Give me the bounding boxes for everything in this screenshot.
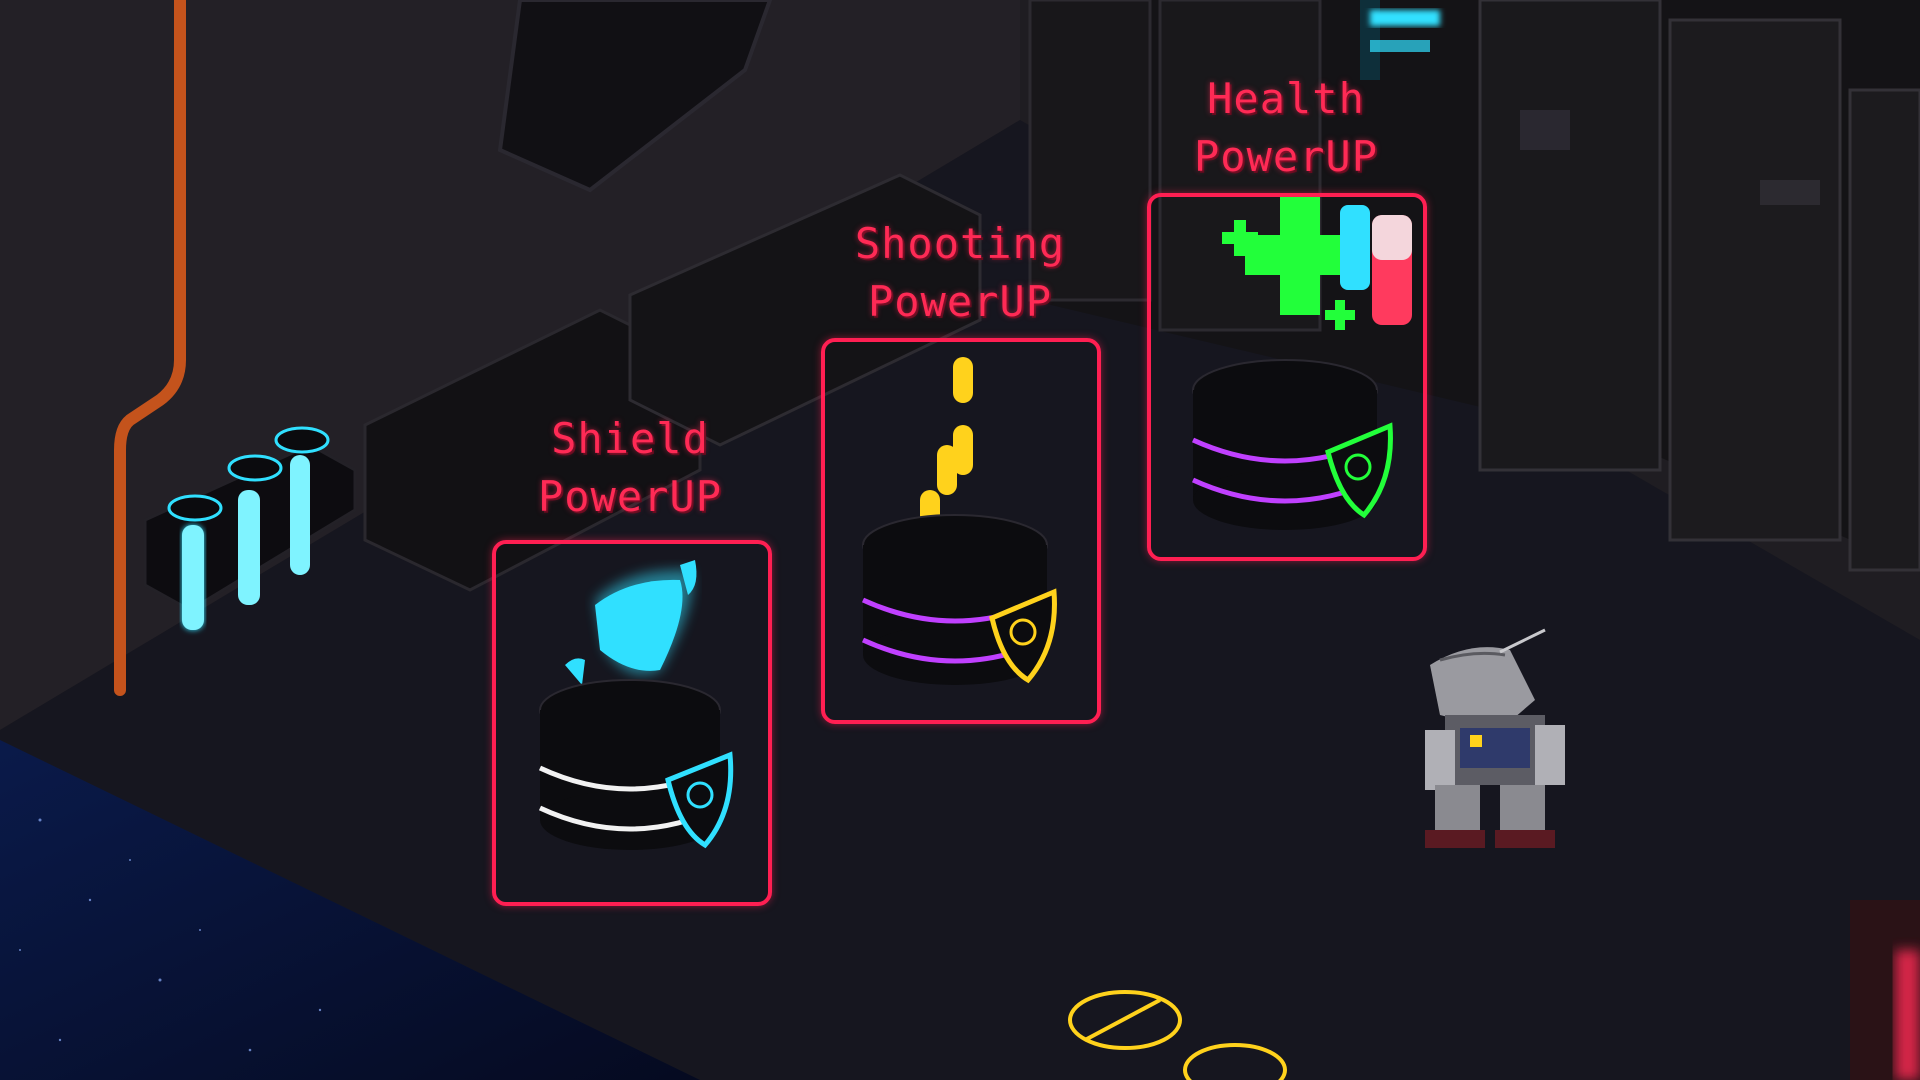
shooting-powerup-frame[interactable] [821, 338, 1101, 724]
health-label-line2: PowerUP [1193, 132, 1378, 181]
health-powerup-frame[interactable] [1147, 193, 1427, 561]
shield-powerup-frame[interactable] [492, 540, 772, 906]
shooting-label-line2: PowerUP [867, 277, 1052, 326]
shield-label-line2: PowerUP [537, 472, 722, 521]
shield-label-line1: Shield [551, 414, 709, 463]
health-label-line1: Health [1207, 74, 1365, 123]
shield-powerup-label: Shield PowerUP [480, 410, 780, 526]
shooting-label-line1: Shooting [854, 219, 1066, 268]
shooting-powerup-label: Shooting PowerUP [810, 215, 1110, 331]
health-powerup-label: Health PowerUP [1136, 70, 1436, 186]
